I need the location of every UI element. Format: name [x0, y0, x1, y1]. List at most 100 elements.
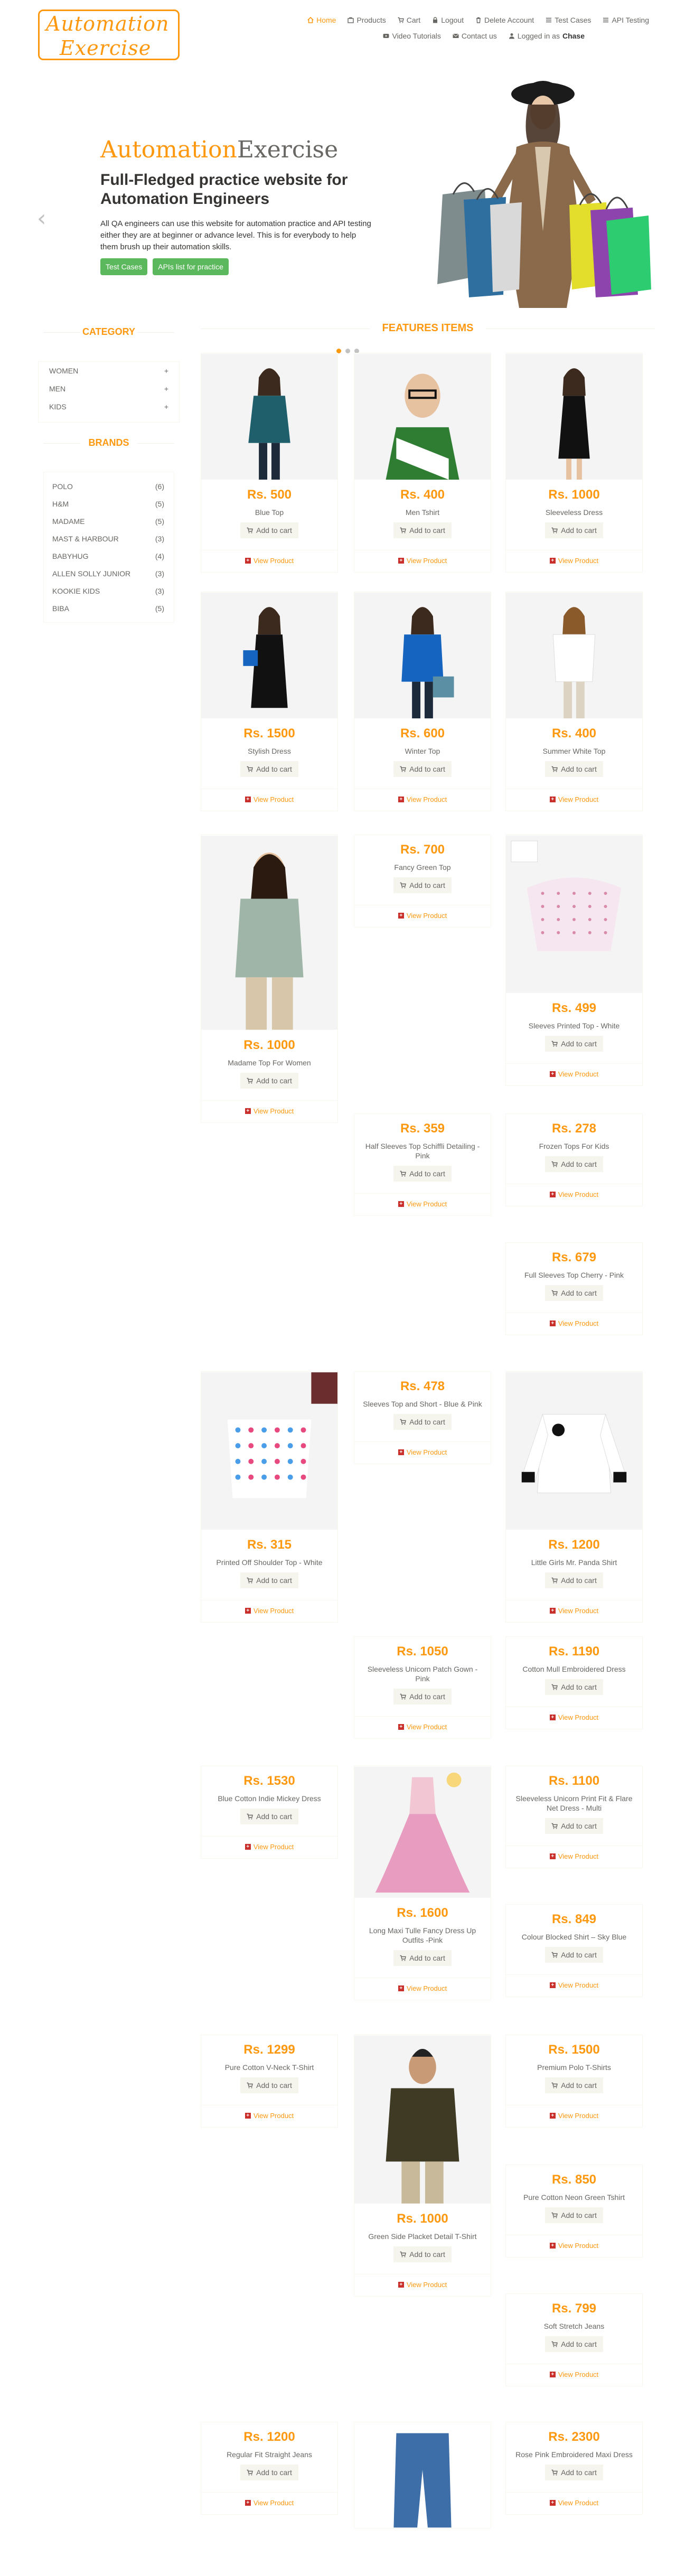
brand-link[interactable]: Madame (5) [44, 512, 174, 530]
add-to-cart-button[interactable]: Add to cart [393, 1414, 452, 1430]
add-to-cart-button[interactable]: Add to cart [545, 1036, 603, 1052]
add-to-cart-button[interactable]: Add to cart [545, 1285, 603, 1301]
add-to-cart-button[interactable]: Add to cart [545, 522, 603, 538]
carousel-indicator-2[interactable] [345, 349, 350, 353]
view-product-link[interactable]: + View Product [506, 1313, 642, 1335]
add-to-cart-button[interactable]: Add to cart [393, 761, 452, 777]
add-to-cart-button[interactable]: Add to cart [545, 2465, 603, 2480]
view-product-link[interactable]: + View Product [506, 550, 642, 572]
cart-icon [551, 1684, 558, 1690]
view-product-link[interactable]: + View Product [201, 2492, 337, 2514]
logo-line-1: Automation [46, 12, 170, 35]
add-to-cart-button[interactable]: Add to cart [393, 1166, 452, 1182]
view-product-link[interactable]: + View Product [506, 2364, 642, 2386]
brand-link[interactable]: Polo (6) [44, 477, 174, 495]
add-to-cart-button[interactable]: Add to cart [545, 1572, 603, 1588]
add-to-cart-button[interactable]: Add to cart [393, 1689, 452, 1704]
view-product-link[interactable]: + View Product [201, 550, 337, 572]
brand-link[interactable]: Allen Solly Junior (3) [44, 565, 174, 582]
add-to-cart-button[interactable]: Add to cart [545, 2336, 603, 2352]
add-to-cart-button[interactable]: Add to cart [545, 2207, 603, 2223]
view-product-link[interactable]: + View Product [506, 1707, 642, 1729]
view-product-link[interactable]: + View Product [506, 789, 642, 811]
brand-link[interactable]: Mast & Harbour (3) [44, 530, 174, 547]
api-list-button[interactable]: APIs list for practice [153, 258, 229, 275]
brand-link[interactable]: Biba (5) [44, 599, 174, 617]
carousel-body: All QA engineers can use this website fo… [100, 219, 371, 251]
view-product-link[interactable]: + View Product [506, 2235, 642, 2257]
add-to-cart-button[interactable]: Add to cart [393, 522, 452, 538]
nav-products[interactable]: Products [342, 16, 391, 24]
product-image [506, 1372, 642, 1530]
cart-icon [400, 1170, 407, 1177]
nav-video-tutorials[interactable]: Video Tutorials [377, 32, 446, 40]
view-product-link[interactable]: + View Product [354, 1441, 491, 1464]
add-to-cart-button[interactable]: Add to cart [545, 761, 603, 777]
test-cases-button[interactable]: Test Cases [100, 258, 148, 275]
view-product-link[interactable]: + View Product [506, 1184, 642, 1206]
add-to-cart-button[interactable]: Add to cart [545, 1679, 603, 1695]
product-name: Frozen Tops For Kids [539, 1142, 609, 1150]
view-product-link[interactable]: + View Product [201, 1600, 337, 1622]
view-product-link[interactable]: + View Product [506, 2105, 642, 2127]
plus-square-icon: + [398, 2282, 404, 2288]
view-product-link[interactable]: + View Product [506, 1063, 642, 1085]
add-to-cart-button[interactable]: Add to cart [393, 2246, 452, 2262]
add-to-cart-button[interactable]: Add to cart [240, 522, 298, 538]
category-men[interactable]: Men + [39, 380, 179, 398]
view-product-link[interactable]: + View Product [201, 1100, 337, 1122]
product-card: Rs. 850 Pure Cotton Neon Green Tshirt Add … [505, 2165, 643, 2257]
cart-icon [551, 1823, 558, 1829]
view-product-link[interactable]: + View Product [201, 789, 337, 811]
nav-delete-account[interactable]: Delete Account [470, 16, 540, 24]
nav-api-testing[interactable]: API Testing [597, 16, 655, 24]
view-product-link[interactable]: + View Product [354, 1193, 491, 1215]
site-logo[interactable]: Automation Exercise [38, 10, 180, 60]
nav-home[interactable]: Home [302, 16, 342, 24]
view-product-label: View Product [406, 1723, 447, 1731]
product-name: Sleeveless Unicorn Print Fit & Flare Net… [515, 1794, 633, 1812]
carousel-prev-button[interactable]: ‹ [37, 205, 46, 232]
view-product-link[interactable]: + View Product [201, 2105, 337, 2127]
nav-test-cases[interactable]: Test Cases [540, 16, 597, 24]
add-to-cart-button[interactable]: Add to cart [545, 1156, 603, 1172]
view-product-link[interactable]: + View Product [354, 550, 491, 572]
category-kids-label: Kids [49, 402, 67, 411]
cart-icon [551, 2082, 558, 2088]
view-product-link[interactable]: + View Product [354, 905, 491, 927]
brand-link[interactable]: Babyhug (4) [44, 547, 174, 565]
add-to-cart-button[interactable]: Add to cart [240, 1073, 298, 1089]
category-women[interactable]: Women + [39, 362, 179, 380]
view-product-link[interactable]: + View Product [354, 789, 491, 811]
cart-icon [551, 527, 558, 533]
add-to-cart-label: Add to cart [256, 765, 292, 773]
add-to-cart-button[interactable]: Add to cart [545, 2077, 603, 2093]
add-to-cart-label: Add to cart [409, 1418, 445, 1426]
nav-cart[interactable]: Cart [392, 16, 426, 24]
view-product-link[interactable]: + View Product [506, 1974, 642, 1997]
view-product-link[interactable]: + View Product [201, 1836, 337, 1858]
view-product-link[interactable]: + View Product [354, 2274, 491, 2296]
view-product-link[interactable]: + View Product [506, 1846, 642, 1868]
category-kids[interactable]: Kids + [39, 398, 179, 416]
brand-link[interactable]: Kookie Kids (3) [44, 582, 174, 599]
add-to-cart-button[interactable]: Add to cart [545, 1818, 603, 1834]
view-product-link[interactable]: + View Product [506, 1600, 642, 1622]
add-to-cart-button[interactable]: Add to cart [393, 1950, 452, 1966]
add-to-cart-button[interactable]: Add to cart [240, 761, 298, 777]
view-product-link[interactable]: + View Product [354, 1716, 491, 1738]
add-to-cart-button[interactable]: Add to cart [545, 1947, 603, 1963]
view-product-link[interactable]: + View Product [506, 2492, 642, 2514]
add-to-cart-button[interactable]: Add to cart [393, 877, 452, 893]
add-to-cart-button[interactable]: Add to cart [240, 2465, 298, 2480]
brand-link[interactable]: H&M (5) [44, 495, 174, 512]
view-product-link[interactable]: + View Product [354, 1978, 491, 2000]
add-to-cart-button[interactable]: Add to cart [240, 1572, 298, 1588]
product-price: Rs. 700 [400, 842, 445, 857]
add-to-cart-button[interactable]: Add to cart [240, 2077, 298, 2093]
add-to-cart-button[interactable]: Add to cart [240, 1809, 298, 1824]
nav-logout[interactable]: Logout [426, 16, 470, 24]
cart-icon [551, 2469, 558, 2476]
nav-contact-us[interactable]: Contact us [447, 32, 503, 40]
brand-name: Polo [52, 482, 73, 491]
